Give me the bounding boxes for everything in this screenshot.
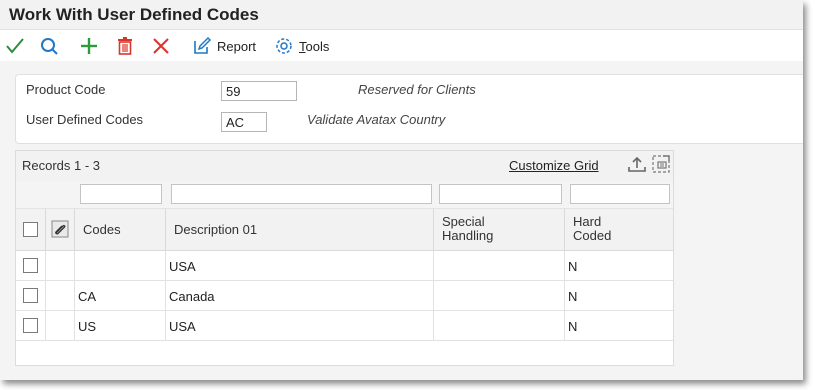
code-cell: US bbox=[75, 311, 166, 340]
description-value: USA bbox=[169, 259, 196, 274]
special-handling-header-label: Special Handling bbox=[442, 215, 493, 243]
find-search-icon[interactable] bbox=[39, 36, 59, 56]
report-label: Report bbox=[217, 38, 257, 54]
column-header-codes[interactable]: Codes bbox=[75, 209, 166, 250]
udc-description: Validate Avatax Country bbox=[307, 112, 446, 127]
filter-description-input[interactable] bbox=[171, 184, 432, 204]
close-x-icon[interactable] bbox=[151, 36, 171, 56]
row-select-cell bbox=[16, 281, 46, 310]
row-checkbox[interactable] bbox=[23, 258, 38, 273]
description-cell: USA bbox=[166, 251, 434, 280]
udc-label: User Defined Codes bbox=[26, 112, 144, 127]
delete-trash-icon[interactable] bbox=[115, 36, 135, 56]
hard-coded-header-label: Hard Coded bbox=[573, 215, 611, 243]
customize-grid-link[interactable]: Customize Grid bbox=[509, 158, 599, 173]
tools-label-rest: ools bbox=[305, 38, 330, 54]
records-count: Records 1 - 3 bbox=[22, 158, 101, 173]
row-attachment-cell bbox=[46, 281, 75, 310]
header-panel: Product Code Reserved for Clients User D… bbox=[15, 74, 803, 144]
code-cell: CA bbox=[75, 281, 166, 310]
code-value: US bbox=[78, 319, 97, 334]
filter-codes-input[interactable] bbox=[80, 184, 162, 204]
column-header-row: Codes Description 01 Special Handling Har… bbox=[16, 208, 673, 251]
attachment-column bbox=[46, 209, 75, 250]
grid-header-bar: Records 1 - 3 Customize Grid bbox=[16, 151, 673, 181]
codes-header-label: Codes bbox=[83, 222, 121, 237]
select-all-column bbox=[16, 209, 46, 250]
row-select-cell bbox=[16, 251, 46, 280]
grid-panel: Records 1 - 3 Customize Grid Codes Descr… bbox=[15, 150, 674, 366]
select-checkmark-icon[interactable] bbox=[5, 36, 25, 56]
content-area: Product Code Reserved for Clients User D… bbox=[0, 61, 803, 380]
gear-icon bbox=[276, 38, 292, 54]
row-checkbox[interactable] bbox=[23, 318, 38, 333]
description-value: Canada bbox=[169, 289, 215, 304]
export-icon[interactable] bbox=[626, 154, 648, 176]
report-button[interactable]: Report bbox=[192, 36, 256, 56]
hard-coded-value: N bbox=[568, 319, 578, 334]
column-header-description[interactable]: Description 01 bbox=[166, 209, 434, 250]
hard-coded-value: N bbox=[568, 259, 578, 274]
toolbar: Report Tools bbox=[0, 30, 803, 61]
table-row[interactable]: USA N bbox=[16, 251, 673, 281]
select-all-checkbox[interactable] bbox=[23, 222, 38, 237]
hard-coded-cell: N bbox=[565, 281, 673, 310]
table-row[interactable]: US USA N bbox=[16, 311, 673, 341]
tools-label: Tools bbox=[299, 39, 329, 54]
expand-grid-icon[interactable] bbox=[650, 153, 672, 175]
row-checkbox[interactable] bbox=[23, 288, 38, 303]
description-value: USA bbox=[169, 319, 196, 334]
special-handling-line1: Special bbox=[442, 214, 485, 229]
filter-hard-coded-input[interactable] bbox=[570, 184, 670, 204]
column-header-hard-coded[interactable]: Hard Coded bbox=[565, 209, 673, 250]
row-attachment-cell bbox=[46, 311, 75, 340]
description-cell: USA bbox=[166, 311, 434, 340]
row-select-cell bbox=[16, 311, 46, 340]
code-value: CA bbox=[78, 289, 97, 304]
udc-window: Work With User Defined Codes Report Tool… bbox=[0, 0, 803, 380]
table-row[interactable]: CA Canada N bbox=[16, 281, 673, 311]
column-header-special-handling[interactable]: Special Handling bbox=[434, 209, 565, 250]
product-code-description: Reserved for Clients bbox=[358, 82, 476, 97]
page-title: Work With User Defined Codes bbox=[9, 5, 259, 24]
special-handling-line2: Handling bbox=[442, 228, 494, 243]
tools-button[interactable]: Tools bbox=[274, 36, 329, 56]
hard-coded-cell: N bbox=[565, 311, 673, 340]
add-plus-icon[interactable] bbox=[79, 36, 99, 56]
query-by-example-row bbox=[16, 181, 673, 208]
hard-coded-cell: N bbox=[565, 251, 673, 280]
special-handling-cell bbox=[434, 251, 565, 280]
report-icon bbox=[194, 36, 212, 54]
special-handling-cell bbox=[434, 281, 565, 310]
code-cell bbox=[75, 251, 166, 280]
product-code-input[interactable] bbox=[221, 81, 297, 101]
row-attachment-cell bbox=[46, 251, 75, 280]
attachment-icon[interactable] bbox=[51, 220, 69, 238]
special-handling-cell bbox=[434, 311, 565, 340]
title-bar: Work With User Defined Codes bbox=[0, 0, 803, 30]
product-code-label: Product Code bbox=[26, 82, 106, 97]
hard-coded-value: N bbox=[568, 289, 578, 304]
hard-coded-line1: Hard bbox=[573, 214, 602, 229]
udc-input[interactable] bbox=[221, 112, 267, 132]
filter-special-handling-input[interactable] bbox=[439, 184, 562, 204]
hard-coded-line2: Coded bbox=[573, 228, 612, 243]
description-cell: Canada bbox=[166, 281, 434, 310]
description-header-label: Description 01 bbox=[174, 222, 258, 237]
